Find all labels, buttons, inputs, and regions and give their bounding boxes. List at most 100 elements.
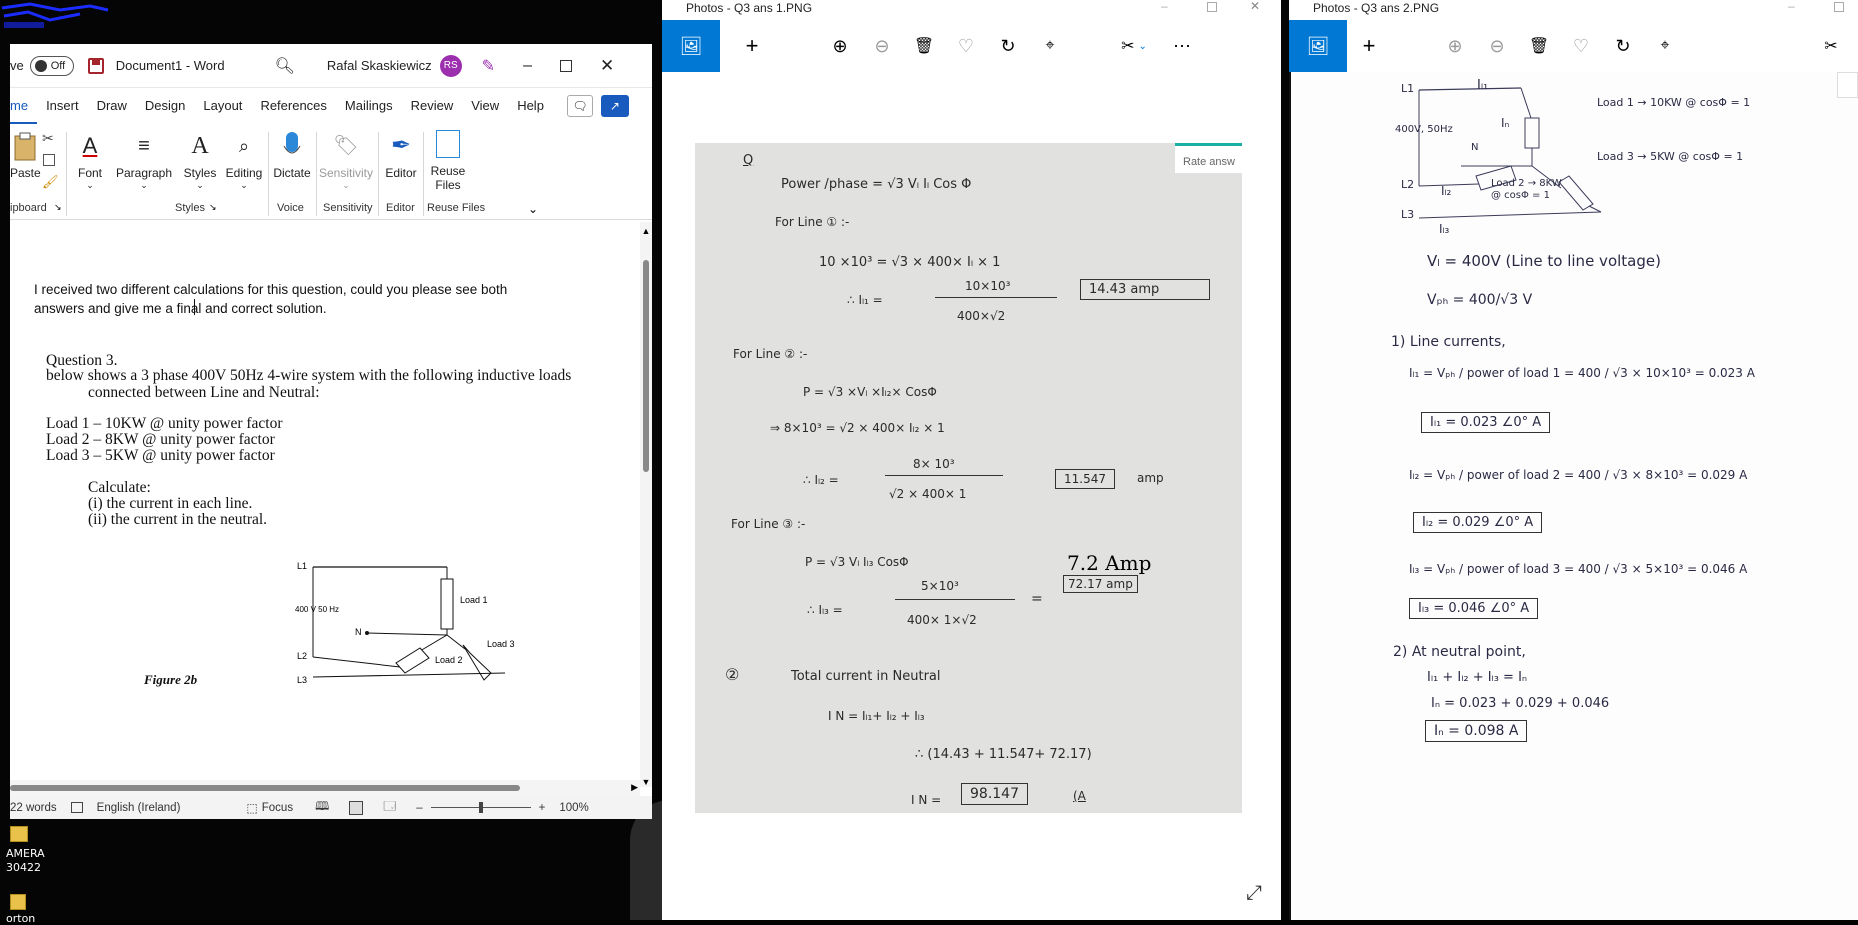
edit-icon[interactable]: ✂ ⌄ [1112, 20, 1156, 72]
scroll-down-icon[interactable]: ▼ [640, 777, 652, 787]
zoom-level[interactable]: 100% [559, 802, 588, 814]
vertical-scrollbar[interactable]: ▲ ▼ [640, 222, 652, 787]
tab-home[interactable]: me [10, 88, 38, 124]
reuse-files-button[interactable]: Reuse Files [426, 130, 470, 192]
photos-title-bar: Photos - Q3 ans 1.PNG – ✕ [662, 0, 1281, 16]
read-mode-icon[interactable]: 🕮︎ [315, 797, 329, 818]
search-icon[interactable]: 🔍︎ [275, 56, 295, 76]
designer-pen-icon[interactable]: ✎ [482, 56, 495, 76]
rotate-icon[interactable]: ↻ [1601, 20, 1645, 72]
photo-image[interactable]: Rate answ Q Power /phase = √3 Vₗ Iₗ Cos … [695, 143, 1242, 813]
view-all-photos-button[interactable]: 🖼︎ [1289, 20, 1347, 72]
web-layout-icon[interactable]: 🗔︎ [383, 797, 396, 818]
tab-references[interactable]: References [251, 88, 335, 124]
styles-button[interactable]: A Styles ⌄ [182, 130, 218, 191]
comments-icon[interactable]: 🗨︎ [566, 95, 593, 117]
ribbon: Paste ✂ 🖌︎ A Font ⌄ ≡ Paragraph ⌄ A Styl… [10, 124, 652, 220]
zoom-slider[interactable] [430, 802, 531, 813]
crop-icon[interactable]: ⌖ [1028, 20, 1072, 72]
format-painter-icon[interactable]: 🖌︎ [42, 174, 59, 190]
dictate-button[interactable]: Dictate [272, 130, 312, 180]
print-layout-icon[interactable] [349, 800, 364, 815]
user-name[interactable]: Rafal Skaskiewicz [327, 58, 432, 73]
sensitivity-button[interactable]: 🏷︎ Sensitivity ⌄ [318, 130, 374, 191]
scroll-thumb[interactable] [10, 785, 520, 791]
hw-il1-eq: Iₗ₁ = Vₚₕ / power of load 1 = 400 / √3 ×… [1409, 366, 1755, 380]
scroll-right-icon[interactable]: ▶ [631, 782, 638, 793]
desktop-icon-scribble[interactable] [0, 0, 110, 30]
maximize-icon[interactable] [559, 59, 572, 72]
close-icon[interactable]: ✕ [1250, 0, 1260, 12]
paragraph-button[interactable]: ≡ Paragraph ⌄ [114, 130, 174, 191]
close-icon[interactable]: ✕ [600, 56, 614, 76]
hw-line3-result: 72.17 amp [1063, 575, 1138, 593]
tab-design[interactable]: Design [136, 88, 194, 124]
hw-l1: L1 [1401, 82, 1415, 95]
desktop-icon-folder[interactable] [10, 826, 28, 842]
side-panel-tab[interactable] [1837, 72, 1858, 98]
hw-line2-result: 11.547 [1055, 469, 1115, 489]
collapse-ribbon-icon[interactable]: ⌄ [528, 202, 538, 216]
zoom-in-icon[interactable]: + [539, 802, 546, 814]
scroll-up-icon[interactable]: ▲ [640, 226, 652, 236]
delete-icon[interactable]: 🗑︎ [1517, 20, 1561, 72]
paste-button[interactable]: Paste [10, 130, 41, 180]
hw-line3-eq: P = √3 Vₗ Iₗ₃ CosΦ [805, 555, 909, 569]
editing-button[interactable]: ⌕ Editing ⌄ [224, 130, 264, 191]
dialog-launcher-icon[interactable]: ↘ [54, 202, 62, 213]
share-icon[interactable]: ↗ [600, 95, 629, 117]
favorite-icon[interactable]: ♡ [944, 20, 988, 72]
save-icon[interactable] [87, 57, 104, 74]
zoom-out-icon[interactable]: ⊖ [860, 20, 904, 72]
word-count[interactable]: 22 words [10, 802, 57, 814]
maximize-icon[interactable] [1207, 2, 1217, 12]
tab-layout[interactable]: Layout [194, 88, 251, 124]
desktop-icon-file[interactable] [10, 894, 26, 910]
expand-icon[interactable]: ⤢ [1246, 882, 1262, 905]
zoom-thumb[interactable] [478, 802, 483, 813]
avatar[interactable]: RS [439, 54, 462, 77]
more-options-icon[interactable]: ⋯ [1160, 20, 1204, 72]
maximize-icon[interactable] [1834, 2, 1844, 12]
dialog-launcher-icon[interactable]: ↘ [209, 202, 217, 213]
cut-icon[interactable]: ✂ [42, 130, 54, 147]
focus-icon[interactable]: ⬚ [246, 801, 257, 815]
tab-insert[interactable]: Insert [37, 88, 88, 124]
delete-icon[interactable]: 🗑︎ [902, 20, 946, 72]
editor-button[interactable]: ✒ Editor [382, 130, 420, 180]
minimize-icon[interactable]: – [523, 57, 532, 75]
zoom-in-icon[interactable]: ⊕ [818, 20, 862, 72]
horizontal-scrollbar[interactable]: ▶ [10, 780, 640, 796]
equals-sign: = [1031, 591, 1043, 607]
minimize-icon[interactable]: – [1788, 0, 1795, 12]
tab-view[interactable]: View [462, 88, 508, 124]
reuse-files-label: Reuse Files [430, 164, 466, 192]
rate-answer-button[interactable]: Rate answ [1175, 143, 1242, 173]
photo-image[interactable]: L1 Iₗ₁ 400V, 50Hz Iₙ N Load 1 → 10KW @ c… [1289, 72, 1858, 920]
copy-icon[interactable] [43, 154, 55, 166]
view-all-photos-button[interactable]: 🖼︎ [662, 20, 720, 72]
dictate-label: Dictate [273, 166, 311, 180]
add-icon[interactable]: + [730, 20, 774, 72]
zoom-in-icon[interactable]: ⊕ [1433, 20, 1477, 72]
tab-mailings[interactable]: Mailings [336, 88, 402, 124]
font-button[interactable]: A Font ⌄ [72, 130, 108, 191]
autosave-toggle[interactable]: Off [29, 55, 74, 76]
edit-icon[interactable]: ✂ [1809, 20, 1853, 72]
zoom-out-icon[interactable]: – [416, 802, 422, 814]
tab-review[interactable]: Review [402, 88, 463, 124]
minimize-icon[interactable]: – [1161, 0, 1168, 12]
focus-button[interactable]: Focus [262, 802, 293, 814]
proofing-icon[interactable] [70, 802, 83, 813]
rotate-icon[interactable]: ↻ [986, 20, 1030, 72]
favorite-icon[interactable]: ♡ [1559, 20, 1603, 72]
hw-kcl: Iₗ₁ + Iₗ₂ + Iₗ₃ = Iₙ [1427, 670, 1528, 685]
add-icon[interactable]: + [1347, 20, 1391, 72]
scroll-thumb[interactable] [643, 260, 649, 472]
document-canvas[interactable]: I received two different calculations fo… [10, 222, 640, 787]
tab-draw[interactable]: Draw [88, 88, 136, 124]
language[interactable]: English (Ireland) [97, 802, 181, 814]
tab-help[interactable]: Help [508, 88, 553, 124]
zoom-out-icon[interactable]: ⊖ [1475, 20, 1519, 72]
crop-icon[interactable]: ⌖ [1643, 20, 1687, 72]
